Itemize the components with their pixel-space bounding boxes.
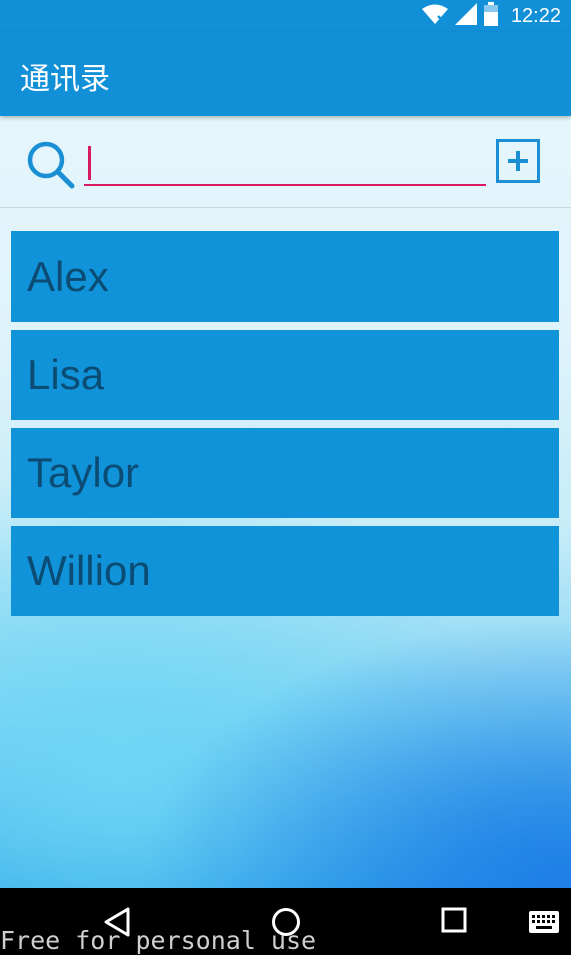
wifi-icon: [421, 3, 449, 29]
watermark-text: Free for personal use: [0, 926, 317, 955]
app-toolbar: 通讯录: [0, 32, 571, 116]
contact-list: Alex Lisa Taylor Willion: [11, 231, 559, 624]
search-bar: [0, 116, 571, 208]
cell-signal-icon: [454, 3, 477, 29]
search-icon[interactable]: [26, 140, 76, 194]
list-item[interactable]: Taylor: [11, 428, 559, 518]
add-box-icon: [508, 151, 528, 171]
battery-icon: [483, 2, 499, 30]
search-input[interactable]: [84, 142, 486, 186]
recents-icon[interactable]: [440, 906, 468, 938]
contacts-screen: 12:22 通讯录 Alex Lisa Taylor Willion Free …: [0, 0, 571, 955]
contact-name: Lisa: [27, 351, 105, 398]
keyboard-icon[interactable]: [528, 910, 560, 938]
contact-name: Willion: [27, 547, 151, 594]
list-item[interactable]: Alex: [11, 231, 559, 322]
page-title: 通讯录: [20, 62, 110, 97]
status-icons: 12:22: [421, 2, 561, 30]
contact-name: Alex: [27, 252, 109, 300]
list-item[interactable]: Willion: [11, 526, 559, 616]
contact-name: Taylor: [27, 449, 140, 496]
status-time: 12:22: [510, 4, 561, 27]
list-item[interactable]: Lisa: [11, 330, 559, 420]
status-bar: 12:22: [0, 0, 571, 32]
add-contact-button[interactable]: [496, 139, 540, 183]
text-caret: [88, 146, 91, 180]
